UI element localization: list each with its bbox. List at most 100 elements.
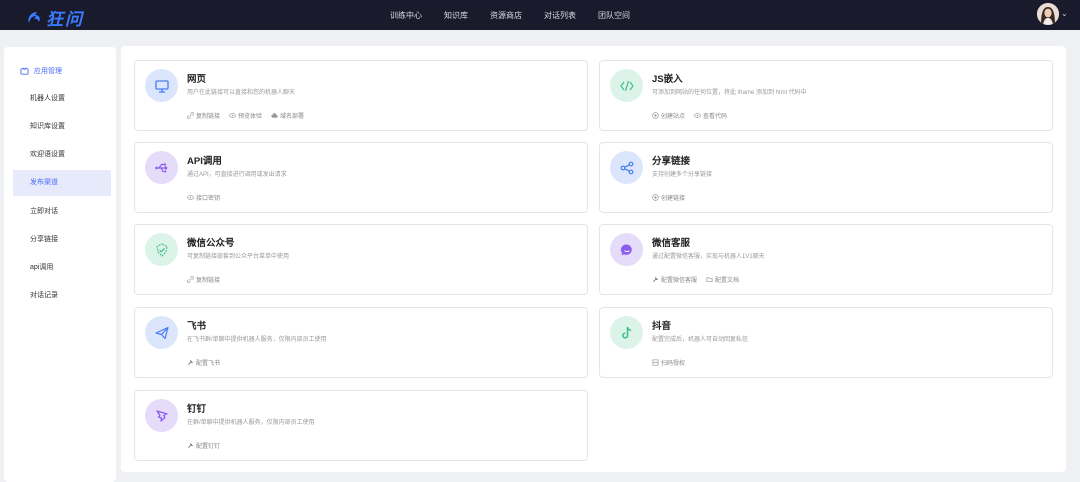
action-label: 创建站点 <box>661 114 686 120</box>
card-description: 通过API，可直接进行调用或发出请求 <box>187 172 287 178</box>
card-description: 用户在此链接可以直接和您的机器人聊天 <box>187 90 296 96</box>
card-title: API调用 <box>187 156 222 167</box>
view-code-button[interactable]: 查看代码 <box>694 111 727 120</box>
action-label: 预览体验 <box>238 114 263 120</box>
avatar-image <box>1037 3 1059 25</box>
link-icon <box>187 112 194 119</box>
configure-dingtalk-button[interactable]: 配置钉钉 <box>187 441 220 450</box>
card-description: 配置完成后，机器人可自动回复私信 <box>652 337 749 343</box>
card-title: 抖音 <box>652 321 672 332</box>
channel-card-api[interactable]: API调用 通过API，可直接进行调用或发出请求 接口密钥 <box>134 142 588 213</box>
channel-card-share-link[interactable]: 分享链接 支持创建多个分享链接 创建链接 <box>599 142 1053 213</box>
nav-knowledge-base[interactable]: 知识库 <box>444 10 468 21</box>
folder-icon <box>706 277 713 283</box>
dingtalk-icon <box>145 399 178 432</box>
tiktok-icon <box>610 316 643 349</box>
card-title: JS嵌入 <box>652 74 683 85</box>
eye-icon <box>187 195 194 200</box>
api-key-button[interactable]: 接口密钥 <box>187 193 220 202</box>
preview-button[interactable]: 预览体验 <box>229 111 262 120</box>
logo[interactable]: 狂问 <box>26 5 84 30</box>
action-label: 复制链接 <box>196 114 221 120</box>
channel-card-feishu[interactable]: 飞书 在飞书群/单聊中提供机器人服务，仅限内部员工使用 配置飞书 <box>134 307 588 378</box>
action-label: 配置钉钉 <box>196 444 221 450</box>
card-title: 飞书 <box>187 321 207 332</box>
channel-card-wechat-official[interactable]: 微信公众号 可复制链接嵌套到公众平台菜单中使用 复制链接 <box>134 224 588 295</box>
action-label: 接口密钥 <box>196 196 221 202</box>
nav-resource-store[interactable]: 资源商店 <box>490 10 522 21</box>
action-label: 创建链接 <box>661 196 686 202</box>
avatar[interactable] <box>1037 3 1059 25</box>
sidebar-group-label: 应用管理 <box>34 68 62 75</box>
wrench-icon <box>653 276 659 282</box>
create-site-button[interactable]: 创建站点 <box>652 111 685 120</box>
sidebar-item-welcome-settings[interactable]: 欢迎语设置 <box>13 142 111 168</box>
configure-feishu-button[interactable]: 配置飞书 <box>187 358 220 367</box>
create-link-button[interactable]: 创建链接 <box>652 193 685 202</box>
action-label: 配置微信客服 <box>661 278 698 284</box>
sidebar: 应用管理 机器人设置 知识库设置 欢迎语设置 发布渠道 立即对话 分享链接 ap… <box>4 47 116 482</box>
chat-icon <box>610 233 643 266</box>
logo-icon <box>28 11 40 23</box>
card-description: 在群/单聊中提供机器人服务，仅限内部员工使用 <box>187 420 315 426</box>
share-icon <box>610 151 643 184</box>
sidebar-item-robot-settings[interactable]: 机器人设置 <box>13 86 111 112</box>
copy-link-button[interactable]: 复制链接 <box>187 111 220 120</box>
eye-icon <box>694 113 701 118</box>
app-icon <box>20 67 29 75</box>
card-title: 钉钉 <box>187 404 207 415</box>
sidebar-item-share-link[interactable]: 分享链接 <box>13 227 111 253</box>
channel-card-js-embed[interactable]: JS嵌入 可添加到网站的任何位置，将此 iframe 添加到 html 代码中 … <box>599 60 1053 131</box>
sidebar-item-publish-channels[interactable]: 发布渠道 <box>13 170 111 196</box>
configure-wechat-service-button[interactable]: 配置微信客服 <box>652 275 697 284</box>
code-icon <box>610 69 643 102</box>
chevron-down-icon[interactable]: ⌄ <box>1061 9 1068 18</box>
nav-training-center[interactable]: 训练中心 <box>390 10 422 21</box>
wrench-icon <box>188 442 194 448</box>
card-title: 微信客服 <box>652 238 691 249</box>
copy-link-button[interactable]: 复制链接 <box>187 275 220 284</box>
action-label: 扫码授权 <box>661 361 686 367</box>
sidebar-group-app-management[interactable]: 应用管理 <box>20 66 62 76</box>
card-description: 支持创建多个分享链接 <box>652 172 713 178</box>
nav-conversation-list[interactable]: 对话列表 <box>544 10 576 21</box>
scan-authorize-button[interactable]: 扫码授权 <box>652 358 685 367</box>
channel-card-dingtalk[interactable]: 钉钉 在群/单聊中提供机器人服务，仅限内部员工使用 配置钉钉 <box>134 390 588 461</box>
sidebar-item-start-chat[interactable]: 立即对话 <box>13 199 111 225</box>
card-description: 可复制链接嵌套到公众平台菜单中使用 <box>187 254 290 260</box>
cloud-icon <box>271 113 278 118</box>
top-bar: 狂问 训练中心 知识库 资源商店 对话列表 团队空间 ⌄ <box>0 0 1080 30</box>
usb-icon <box>145 151 178 184</box>
sidebar-item-chat-records[interactable]: 对话记录 <box>13 283 111 309</box>
link-icon <box>187 276 194 283</box>
plus-circle-icon <box>652 112 659 119</box>
action-label: 查看代码 <box>703 114 728 120</box>
paper-plane-icon <box>145 316 178 349</box>
sidebar-item-knowledge-settings[interactable]: 知识库设置 <box>13 114 111 140</box>
plus-circle-icon <box>652 194 659 201</box>
action-label: 域名部署 <box>280 114 305 120</box>
monitor-icon <box>145 69 178 102</box>
configure-docs-button[interactable]: 配置文档 <box>706 275 739 284</box>
card-title: 网页 <box>187 74 207 85</box>
action-label: 配置文档 <box>715 278 740 284</box>
card-title: 分享链接 <box>652 156 691 167</box>
nav-team-space[interactable]: 团队空间 <box>598 10 630 21</box>
channel-card-douyin[interactable]: 抖音 配置完成后，机器人可自动回复私信 扫码授权 <box>599 307 1053 378</box>
channel-card-wechat-service[interactable]: 微信客服 通过配置微信客服，实现与机器人1V1聊天 配置微信客服 配置文档 <box>599 224 1053 295</box>
logo-text: 狂问 <box>46 10 84 29</box>
qrcode-icon <box>652 359 659 366</box>
card-description: 通过配置微信客服，实现与机器人1V1聊天 <box>652 254 765 260</box>
sidebar-item-api-call[interactable]: api调用 <box>13 255 111 281</box>
domain-deploy-button[interactable]: 域名部署 <box>271 111 304 120</box>
shield-check-icon <box>145 233 178 266</box>
top-nav: 训练中心 知识库 资源商店 对话列表 团队空间 <box>390 0 630 30</box>
main-panel: 网页 用户在此链接可以直接和您的机器人聊天 复制链接 预览体验 域名部署 JS嵌… <box>121 46 1066 472</box>
card-title: 微信公众号 <box>187 238 235 249</box>
card-description: 在飞书群/单聊中提供机器人服务，仅限内部员工使用 <box>187 337 327 343</box>
card-description: 可添加到网站的任何位置，将此 iframe 添加到 html 代码中 <box>652 90 807 96</box>
channel-card-web[interactable]: 网页 用户在此链接可以直接和您的机器人聊天 复制链接 预览体验 域名部署 <box>134 60 588 131</box>
action-label: 配置飞书 <box>196 361 221 367</box>
eye-icon <box>229 113 236 118</box>
action-label: 复制链接 <box>196 278 221 284</box>
